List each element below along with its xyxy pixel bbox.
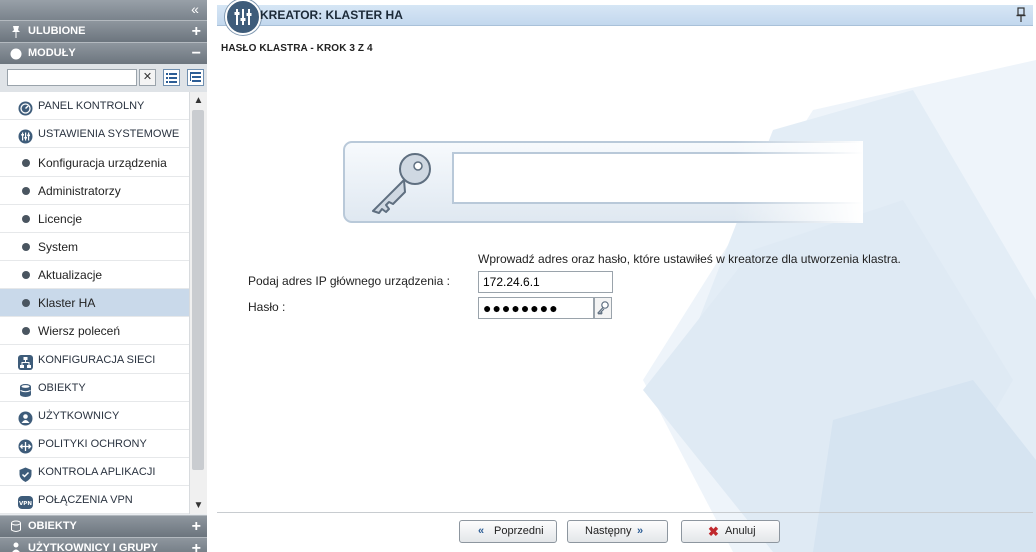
user-icon: [9, 538, 23, 552]
tree-item-label: PANEL KONTROLNY: [38, 100, 145, 112]
password-key-button[interactable]: [594, 297, 612, 319]
cancel-button-label: Anuluj: [725, 525, 756, 537]
tree-subitem-ha-cluster[interactable]: Klaster HA: [0, 289, 189, 317]
tree-item-app-control[interactable]: KONTROLA APLIKACJI: [0, 458, 189, 486]
previous-button[interactable]: « Poprzedni: [459, 520, 557, 543]
instruction-text: Wprowadź adres oraz hasło, które ustawił…: [478, 252, 901, 266]
password-input[interactable]: [478, 297, 594, 319]
tree-subitem-command-line[interactable]: Wiersz poleceń: [0, 317, 189, 345]
next-button-label: Następny: [585, 525, 632, 537]
module-filter-input[interactable]: [7, 69, 137, 86]
section-favorites[interactable]: ULUBIONE +: [0, 20, 207, 42]
tree-subitem-label: Klaster HA: [38, 296, 96, 310]
collapse-icon[interactable]: −: [192, 43, 201, 64]
tree-subitem-device-config[interactable]: Konfiguracja urządzenia: [0, 149, 189, 177]
tree-item-vpn[interactable]: VPN POŁĄCZENIA VPN: [0, 486, 189, 514]
section-users-groups-label: UŻYTKOWNICY I GRUPY: [28, 542, 158, 552]
key-banner: [343, 141, 863, 223]
bullet-icon: [22, 299, 30, 307]
tree-item-label: KONFIGURACJA SIECI: [38, 354, 156, 366]
section-users-groups[interactable]: UŻYTKOWNICY I GRUPY +: [0, 537, 207, 552]
section-modules[interactable]: MODUŁY −: [0, 42, 207, 64]
wizard-title: KREATOR: KLASTER HA: [260, 8, 403, 22]
tree-subitem-label: Aktualizacje: [38, 268, 103, 282]
bullet-icon: [22, 271, 30, 279]
wizard-sliders-icon: [225, 0, 261, 35]
ip-address-input[interactable]: [478, 271, 613, 293]
tree-subitem-licenses[interactable]: Licencje: [0, 205, 189, 233]
tree-item-system-settings[interactable]: USTAWIENIA SYSTEMOWE: [0, 120, 189, 148]
tree-item-label: OBIEKTY: [38, 382, 86, 394]
tree-subitem-label: Administratorzy: [38, 184, 121, 198]
tree-subitem-administrators[interactable]: Administratorzy: [0, 177, 189, 205]
list-view-icon[interactable]: [163, 69, 180, 86]
sidebar: « ULUBIONE + MODUŁY − ✕ PANEL KONTROLNY: [0, 0, 207, 552]
svg-text:VPN: VPN: [19, 501, 32, 507]
scroll-up-arrow-icon[interactable]: ▲: [190, 92, 207, 109]
next-button[interactable]: Następny »: [567, 520, 668, 543]
section-favorites-label: ULUBIONE: [28, 25, 86, 37]
tree-item-label: USTAWIENIA SYSTEMOWE: [38, 128, 180, 140]
wizard-titlebar: KREATOR: KLASTER HA: [217, 0, 1033, 35]
vpn-icon: VPN: [18, 492, 33, 509]
tree-item-objects[interactable]: OBIEKTY: [0, 374, 189, 402]
tree-item-control-panel[interactable]: PANEL KONTROLNY: [0, 92, 189, 120]
bullet-icon: [22, 159, 30, 167]
user-icon: [18, 408, 33, 426]
module-filter-bar: ✕: [0, 64, 207, 92]
bullet-icon: [22, 243, 30, 251]
expand-icon[interactable]: +: [192, 21, 201, 42]
scroll-down-arrow-icon[interactable]: ▼: [190, 497, 207, 514]
tree-item-label: KONTROLA APLIKACJI: [38, 466, 156, 478]
footer-divider: [217, 512, 1033, 513]
bullet-icon: [22, 187, 30, 195]
tree-subitem-label: Konfiguracja urządzenia: [38, 156, 167, 170]
tree-scrollbar[interactable]: ▲ ▼: [189, 92, 207, 514]
cancel-button[interactable]: ✖ Anuluj: [681, 520, 780, 543]
tree-item-label: POŁĄCZENIA VPN: [38, 494, 133, 506]
password-label: Hasło :: [248, 300, 286, 314]
section-objects-label: OBIEKTY: [28, 520, 77, 532]
expand-icon[interactable]: +: [192, 538, 201, 552]
section-objects[interactable]: OBIEKTY +: [0, 515, 207, 537]
bullet-icon: [22, 215, 30, 223]
key-icon: [597, 301, 609, 315]
ip-label: Podaj adres IP głównego urządzenia :: [248, 274, 450, 288]
section-modules-label: MODUŁY: [28, 47, 76, 59]
policy-arrows-icon: [18, 436, 33, 454]
collapse-sidebar-button[interactable]: «: [187, 1, 203, 17]
tree-item-network-config[interactable]: KONFIGURACJA SIECI: [0, 346, 189, 374]
step-heading: HASŁO KLASTRA - KROK 3 Z 4: [221, 43, 373, 54]
sidebar-topbar: «: [0, 0, 207, 20]
previous-button-label: Poprzedni: [494, 525, 544, 537]
tree-subitem-label: Licencje: [38, 212, 83, 226]
tree-subitem-label: Wiersz poleceń: [38, 324, 121, 338]
tree-item-label: UŻYTKOWNICY: [38, 410, 120, 422]
dashboard-icon: [18, 98, 33, 116]
network-icon: [18, 352, 33, 370]
scroll-thumb[interactable]: [192, 110, 204, 470]
settings-sliders-icon: [18, 126, 33, 144]
expand-icon[interactable]: +: [192, 516, 201, 537]
tree-subitem-label: System: [38, 240, 79, 254]
double-left-arrow-icon: «: [478, 525, 485, 537]
tree-item-security-policies[interactable]: POLITYKI OCHRONY: [0, 430, 189, 458]
cancel-x-icon: ✖: [708, 524, 719, 539]
tree-item-label: POLITYKI OCHRONY: [38, 438, 147, 450]
pin-icon[interactable]: [1015, 7, 1027, 23]
tree-subitem-system[interactable]: System: [0, 233, 189, 261]
shield-icon: [18, 464, 33, 482]
tree-item-users[interactable]: UŻYTKOWNICY: [0, 402, 189, 430]
module-tree: PANEL KONTROLNY USTAWIENIA SYSTEMOWE Kon…: [0, 92, 189, 514]
double-right-arrow-icon: »: [637, 525, 644, 537]
bullet-icon: [22, 327, 30, 335]
tree-view-icon[interactable]: [187, 69, 204, 86]
wizard-panel: KREATOR: KLASTER HA HASŁO KLASTRA - KROK…: [213, 0, 1036, 552]
clear-filter-button[interactable]: ✕: [139, 69, 156, 86]
tree-subitem-updates[interactable]: Aktualizacje: [0, 261, 189, 289]
database-icon: [18, 380, 33, 397]
